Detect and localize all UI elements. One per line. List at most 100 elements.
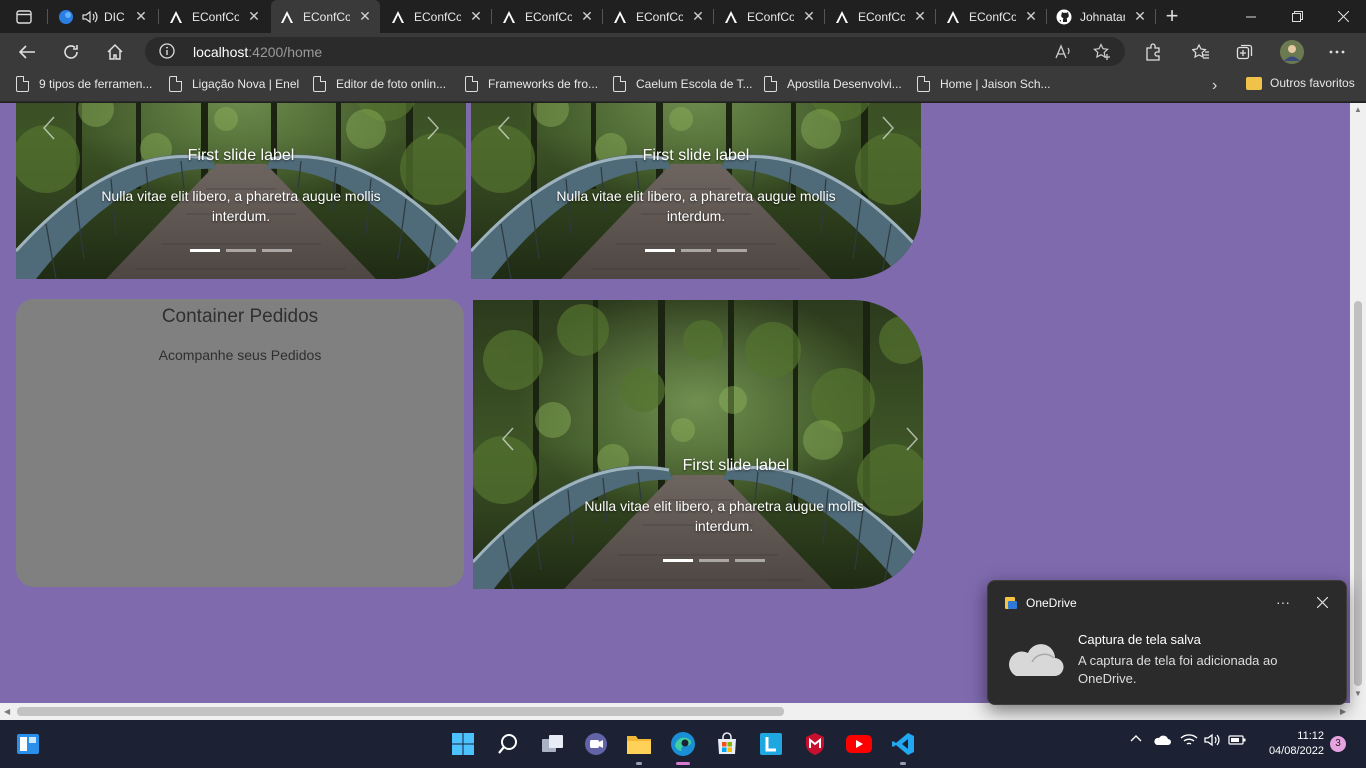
windows-taskbar: 11:12 04/08/2022: [0, 720, 1366, 768]
mcafee-shield-icon[interactable]: [799, 728, 831, 760]
other-favorites-folder[interactable]: Outros favoritos: [1246, 76, 1355, 90]
refresh-icon[interactable]: [56, 37, 86, 67]
indicator-3[interactable]: [262, 249, 292, 252]
vscode-icon[interactable]: [887, 728, 919, 765]
tab-econf-5[interactable]: EConfCompras ✕: [604, 0, 713, 33]
search-icon[interactable]: [492, 728, 524, 760]
system-clock[interactable]: 11:12 04/08/2022: [1254, 729, 1324, 759]
scroll-left-icon[interactable]: ◀: [4, 707, 10, 716]
battery-icon[interactable]: [1228, 734, 1246, 749]
onedrive-cloud-icon[interactable]: [1153, 734, 1171, 749]
read-aloud-icon[interactable]: [1053, 41, 1075, 63]
indicator-2[interactable]: [681, 249, 711, 252]
close-tab-icon[interactable]: ✕: [691, 8, 705, 25]
tab-dic[interactable]: DIC ✕: [50, 0, 157, 33]
add-favorite-icon[interactable]: [1091, 41, 1113, 63]
tab-econf-3[interactable]: EConfCompras ✕: [382, 0, 491, 33]
tab-actions-icon[interactable]: [8, 6, 40, 28]
horizontal-scroll-thumb[interactable]: [17, 707, 784, 716]
indicator-3[interactable]: [717, 249, 747, 252]
restore-icon[interactable]: [1274, 0, 1320, 33]
youtube-icon[interactable]: [843, 728, 875, 760]
bookmark-item[interactable]: 9 tipos de ferramen...: [16, 76, 152, 92]
home-icon[interactable]: [100, 37, 130, 67]
teams-chat-icon[interactable]: [580, 728, 612, 760]
tab-econf-2-active[interactable]: EConfCompras ✕: [271, 0, 380, 33]
site-info-icon[interactable]: [159, 43, 175, 64]
profile-avatar[interactable]: [1277, 37, 1307, 67]
bookmark-item[interactable]: Caelum Escola de T...: [613, 76, 753, 92]
task-view-icon[interactable]: [537, 728, 569, 760]
more-options-icon[interactable]: ···: [1276, 594, 1290, 610]
carousel-next-icon[interactable]: [897, 424, 923, 454]
carousel-next-icon[interactable]: [418, 113, 448, 143]
indicator-2[interactable]: [699, 559, 729, 562]
edge-browser-icon[interactable]: [667, 728, 699, 765]
tab-econf-6[interactable]: EConfCompras ✕: [715, 0, 824, 33]
carousel-1[interactable]: First slide label Nulla vitae elit liber…: [16, 103, 466, 279]
widgets-icon[interactable]: [12, 728, 44, 760]
tab-econf-4[interactable]: EConfCompras ✕: [493, 0, 602, 33]
collections-icon[interactable]: [1230, 37, 1260, 67]
carousel-prev-icon[interactable]: [493, 424, 523, 454]
onedrive-notification[interactable]: OneDrive ··· Captura de tela salva A cap…: [987, 580, 1347, 705]
indicator-1[interactable]: [190, 249, 220, 252]
tab-github[interactable]: Johnatan ✕: [1048, 0, 1155, 33]
lightshot-app-icon[interactable]: [755, 728, 787, 760]
bookmark-item[interactable]: Editor de foto onlin...: [313, 76, 446, 92]
vertical-scrollbar[interactable]: ▲ ▼: [1350, 103, 1366, 703]
close-tab-icon[interactable]: ✕: [802, 8, 816, 25]
file-explorer-icon[interactable]: [623, 728, 655, 765]
close-toast-icon[interactable]: [1316, 595, 1329, 613]
bookmark-item[interactable]: Home | Jaison Sch...: [917, 76, 1051, 92]
close-tab-icon[interactable]: ✕: [247, 8, 261, 25]
volume-icon[interactable]: [1204, 733, 1222, 750]
tab-econf-8[interactable]: EConfCompras ✕: [937, 0, 1046, 33]
scroll-up-icon[interactable]: ▲: [1354, 105, 1362, 114]
close-tab-icon[interactable]: ✕: [1024, 8, 1038, 25]
indicator-3[interactable]: [735, 559, 765, 562]
tab-econf-7[interactable]: EConfCompras ✕: [826, 0, 935, 33]
back-arrow-icon[interactable]: [12, 37, 42, 67]
close-tab-icon[interactable]: ✕: [134, 8, 148, 25]
carousel-next-icon[interactable]: [873, 113, 903, 143]
chevron-up-icon[interactable]: [1130, 732, 1142, 747]
indicator-1[interactable]: [663, 559, 693, 562]
tab-separator: [602, 9, 603, 24]
close-tab-icon[interactable]: ✕: [469, 8, 483, 25]
new-tab-button[interactable]: +: [1160, 4, 1184, 28]
more-menu-icon[interactable]: [1322, 37, 1352, 67]
favorites-icon[interactable]: [1186, 37, 1216, 67]
horizontal-scrollbar[interactable]: ◀ ▶: [0, 703, 1366, 720]
microsoft-store-icon[interactable]: [711, 728, 743, 760]
carousel-3[interactable]: First slide label Nulla vitae elit liber…: [473, 300, 923, 589]
indicator-1[interactable]: [645, 249, 675, 252]
carousel-prev-icon[interactable]: [34, 113, 64, 143]
scroll-down-icon[interactable]: ▼: [1354, 689, 1362, 698]
indicator-2[interactable]: [226, 249, 256, 252]
url-text[interactable]: localhost:4200/home: [193, 44, 322, 60]
bookmark-item[interactable]: Ligação Nova | Enel: [169, 76, 299, 92]
speaker-icon[interactable]: [82, 9, 98, 25]
minimize-icon[interactable]: [1228, 0, 1274, 33]
extensions-icon[interactable]: [1138, 37, 1168, 67]
chevron-right-icon[interactable]: ›: [1212, 77, 1217, 95]
windows-start-icon[interactable]: [447, 728, 479, 760]
carousel-prev-icon[interactable]: [489, 113, 519, 143]
close-tab-icon[interactable]: ✕: [913, 8, 927, 25]
notification-badge[interactable]: 3: [1330, 736, 1346, 752]
bookmark-item[interactable]: Apostila Desenvolvi...: [764, 76, 902, 92]
wifi-icon[interactable]: [1180, 733, 1198, 750]
edge-drop-icon: [58, 9, 74, 25]
carousel-2[interactable]: First slide label Nulla vitae elit liber…: [471, 103, 921, 279]
close-tab-icon[interactable]: ✕: [1133, 8, 1147, 25]
vertical-scroll-thumb[interactable]: [1354, 301, 1362, 686]
angular-icon: [168, 9, 184, 25]
address-bar[interactable]: localhost:4200/home: [145, 37, 1125, 66]
close-window-icon[interactable]: [1320, 0, 1366, 33]
close-tab-icon[interactable]: ✕: [358, 8, 372, 25]
bookmark-item[interactable]: Frameworks de fro...: [465, 76, 598, 92]
close-tab-icon[interactable]: ✕: [580, 8, 594, 25]
tab-econf-1[interactable]: EConfCompras ✕: [160, 0, 269, 33]
scroll-right-icon[interactable]: ▶: [1340, 707, 1346, 716]
